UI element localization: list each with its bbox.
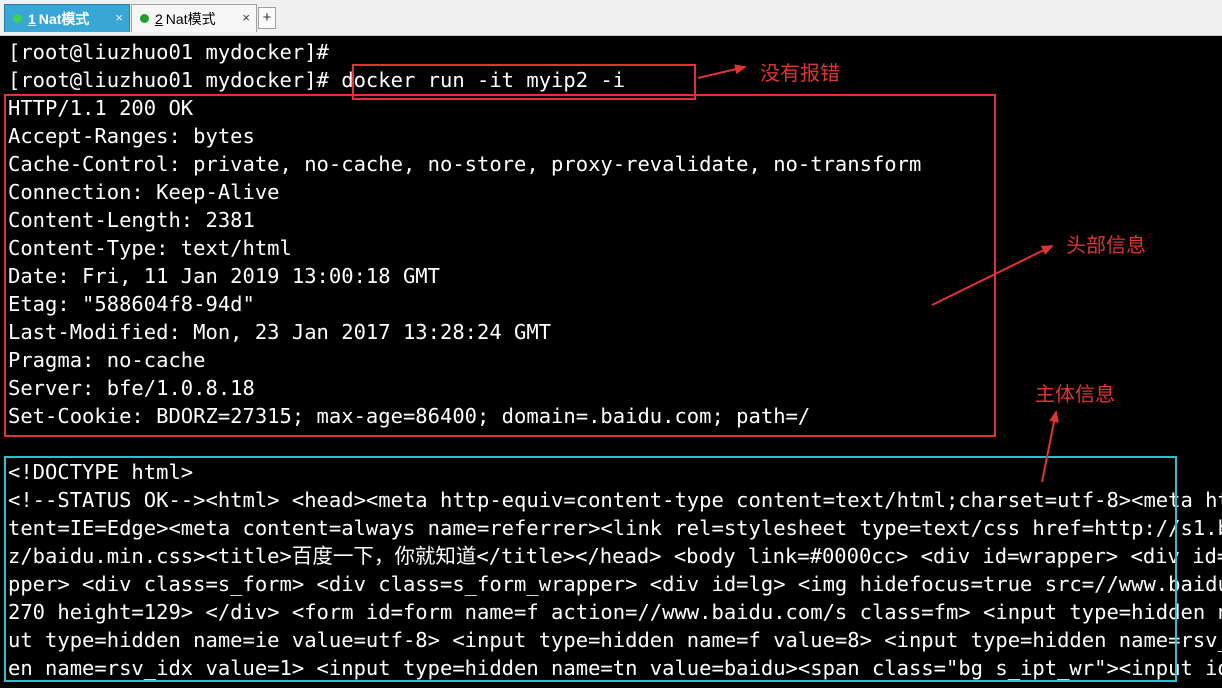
tab-number: 1 — [28, 10, 36, 27]
tab-session-2[interactable]: 2 Nat模式 × — [131, 4, 257, 32]
tab-label: Nat模式 — [38, 10, 90, 27]
annotation-no-error: 没有报错 — [760, 61, 840, 85]
connected-status-icon — [140, 14, 149, 23]
tab-number: 2 — [155, 10, 163, 27]
close-tab-icon[interactable]: × — [115, 10, 123, 25]
tab-session-1[interactable]: 1 Nat模式 × — [4, 4, 130, 32]
annotation-body: 主体信息 — [1035, 382, 1115, 406]
close-tab-icon[interactable]: × — [242, 10, 250, 25]
connected-status-icon — [13, 14, 22, 23]
tab-label: Nat模式 — [165, 10, 216, 27]
add-tab-button[interactable]: + — [258, 7, 276, 29]
headers-highlight-box — [4, 94, 996, 437]
tab-bar: 1 Nat模式 × 2 Nat模式 × + — [0, 0, 1222, 36]
terminal-line: [root@liuzhuo01 mydocker]# — [8, 40, 329, 64]
annotation-headers: 头部信息 — [1066, 233, 1146, 257]
body-highlight-box — [4, 456, 1177, 682]
